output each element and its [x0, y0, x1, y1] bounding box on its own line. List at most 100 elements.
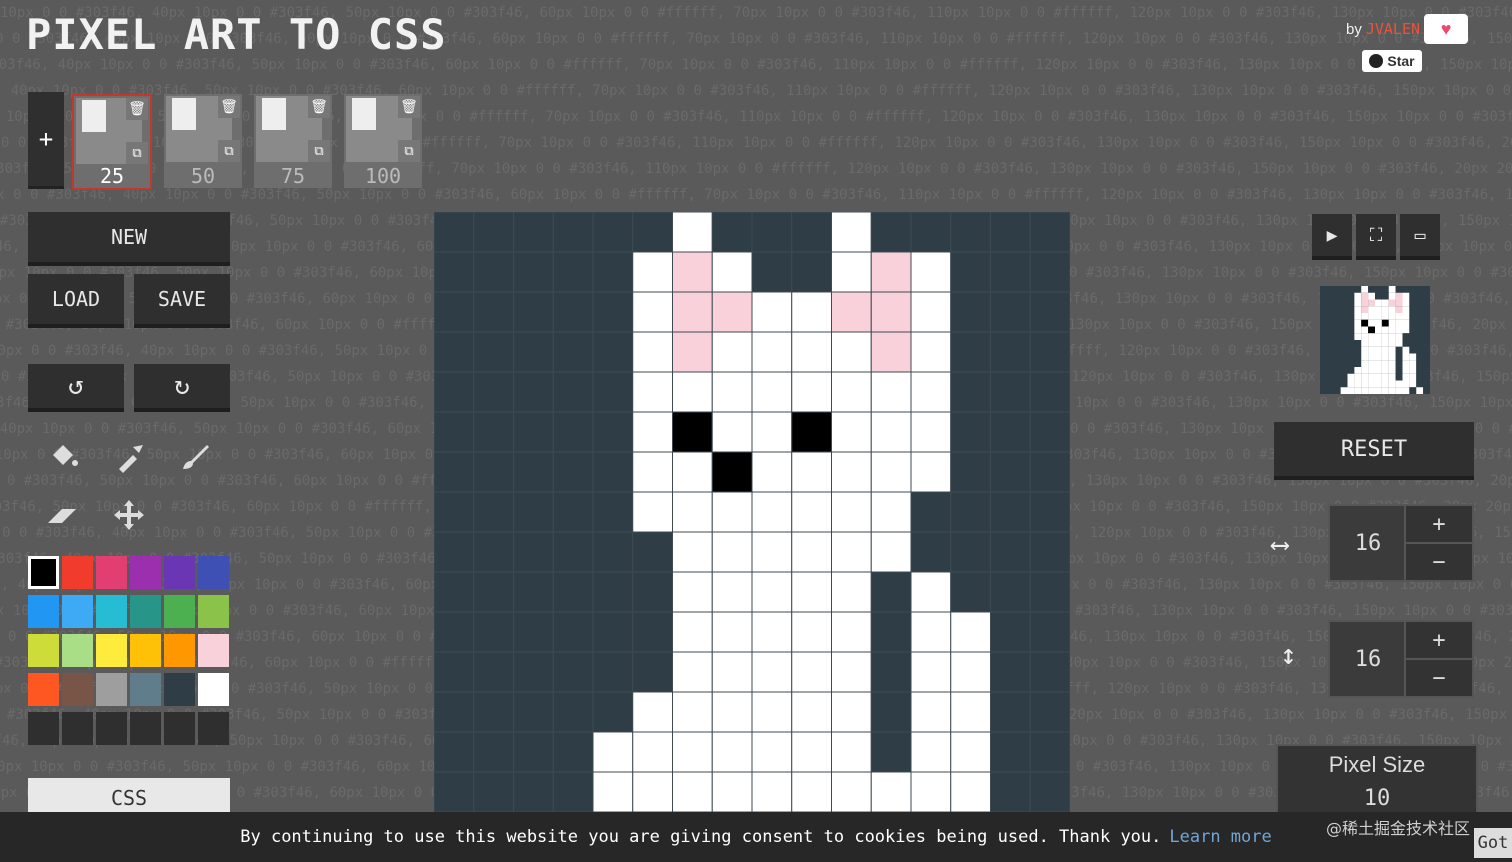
- color-swatch[interactable]: [96, 712, 127, 745]
- new-button[interactable]: NEW: [28, 212, 230, 262]
- frame-thumbnail[interactable]: 🗑 ⧉ 100: [344, 94, 422, 188]
- pixel-cell[interactable]: [711, 371, 753, 413]
- pixel-cell[interactable]: [473, 212, 514, 253]
- pixel-cell[interactable]: [592, 411, 634, 453]
- duplicate-icon[interactable]: ⧉: [398, 140, 420, 162]
- pixel-grid[interactable]: [434, 212, 1070, 812]
- reset-button[interactable]: RESET: [1274, 422, 1474, 476]
- height-increase-button[interactable]: +: [1404, 620, 1474, 660]
- pixel-cell[interactable]: [870, 331, 912, 373]
- pixel-cell[interactable]: [473, 771, 514, 812]
- got-it-button[interactable]: Got: [1474, 828, 1512, 858]
- pixel-cell[interactable]: [791, 611, 832, 653]
- color-swatch[interactable]: [164, 712, 195, 745]
- pixel-cell[interactable]: [831, 291, 872, 333]
- pixel-cell[interactable]: [592, 212, 634, 253]
- pixel-cell[interactable]: [910, 451, 952, 493]
- pixel-cell[interactable]: [552, 451, 594, 493]
- pixel-cell[interactable]: [870, 291, 912, 333]
- pixel-cell[interactable]: [513, 371, 554, 413]
- pixel-cell[interactable]: [831, 251, 872, 293]
- pixel-cell[interactable]: [473, 291, 514, 333]
- pixel-cell[interactable]: [632, 691, 673, 733]
- pixel-cell[interactable]: [910, 411, 952, 453]
- pixel-cell[interactable]: [791, 331, 832, 373]
- drawing-canvas[interactable]: [434, 212, 1070, 812]
- pixel-cell[interactable]: [950, 651, 991, 693]
- pixel-cell[interactable]: [990, 691, 1031, 733]
- pixel-cell[interactable]: [751, 611, 793, 653]
- pixel-cell[interactable]: [473, 731, 514, 773]
- pixel-cell[interactable]: [513, 451, 554, 493]
- pixel-cell[interactable]: [910, 371, 952, 413]
- color-swatch[interactable]: [62, 712, 93, 745]
- pixel-cell[interactable]: [950, 611, 991, 653]
- pixel-cell[interactable]: [434, 691, 475, 733]
- pixel-cell[interactable]: [473, 371, 514, 413]
- pixel-cell[interactable]: [632, 651, 673, 693]
- pixel-cell[interactable]: [990, 451, 1031, 493]
- pixel-cell[interactable]: [870, 731, 912, 773]
- pixel-cell[interactable]: [791, 371, 832, 413]
- pixel-cell[interactable]: [950, 371, 991, 413]
- pixel-cell[interactable]: [1029, 491, 1070, 533]
- pixel-cell[interactable]: [950, 251, 991, 293]
- pixel-cell[interactable]: [910, 771, 952, 812]
- redo-button[interactable]: ↻: [134, 364, 230, 408]
- pixel-cell[interactable]: [711, 771, 753, 812]
- pixel-cell[interactable]: [672, 371, 713, 413]
- pixel-cell[interactable]: [592, 331, 634, 373]
- pixel-cell[interactable]: [751, 531, 793, 573]
- pixel-cell[interactable]: [513, 611, 554, 653]
- save-button[interactable]: SAVE: [134, 274, 230, 324]
- pixel-cell[interactable]: [950, 691, 991, 733]
- color-swatch[interactable]: [96, 673, 127, 706]
- brush-icon[interactable]: [170, 432, 220, 482]
- pixel-cell[interactable]: [513, 331, 554, 373]
- pixel-cell[interactable]: [473, 411, 514, 453]
- pixel-cell[interactable]: [751, 451, 793, 493]
- pixel-cell[interactable]: [711, 251, 753, 293]
- pixel-cell[interactable]: [552, 611, 594, 653]
- pixel-cell[interactable]: [632, 331, 673, 373]
- pixel-cell[interactable]: [513, 691, 554, 733]
- pixel-cell[interactable]: [950, 331, 991, 373]
- pixel-cell[interactable]: [990, 771, 1031, 812]
- pixel-cell[interactable]: [711, 611, 753, 653]
- pixel-cell[interactable]: [950, 531, 991, 573]
- color-swatch[interactable]: [28, 673, 59, 706]
- color-swatch[interactable]: [130, 556, 161, 589]
- pixel-cell[interactable]: [592, 651, 634, 693]
- pixel-cell[interactable]: [552, 571, 594, 613]
- color-swatch[interactable]: [164, 634, 195, 667]
- duplicate-icon[interactable]: ⧉: [218, 140, 240, 162]
- pixel-cell[interactable]: [791, 291, 832, 333]
- pixel-cell[interactable]: [632, 531, 673, 573]
- pixel-cell[interactable]: [870, 571, 912, 613]
- pixel-cell[interactable]: [870, 251, 912, 293]
- pixel-cell[interactable]: [990, 371, 1031, 413]
- pixel-cell[interactable]: [592, 771, 634, 812]
- pixel-cell[interactable]: [831, 331, 872, 373]
- pixel-cell[interactable]: [910, 251, 952, 293]
- pixel-cell[interactable]: [751, 251, 793, 293]
- color-swatch[interactable]: [62, 595, 93, 628]
- pixel-cell[interactable]: [990, 411, 1031, 453]
- pixel-cell[interactable]: [672, 251, 713, 293]
- pixel-cell[interactable]: [672, 411, 713, 453]
- trash-icon[interactable]: 🗑: [218, 96, 240, 118]
- pixel-cell[interactable]: [513, 291, 554, 333]
- pixel-cell[interactable]: [751, 651, 793, 693]
- pixel-cell[interactable]: [1029, 251, 1070, 293]
- pixel-cell[interactable]: [672, 571, 713, 613]
- pixel-cell[interactable]: [473, 331, 514, 373]
- pixel-cell[interactable]: [711, 212, 753, 253]
- pixel-cell[interactable]: [592, 491, 634, 533]
- pixel-cell[interactable]: [632, 731, 673, 773]
- load-button[interactable]: LOAD: [28, 274, 124, 324]
- pixel-cell[interactable]: [751, 212, 793, 253]
- pixel-cell[interactable]: [990, 491, 1031, 533]
- pixel-cell[interactable]: [672, 531, 713, 573]
- pixel-cell[interactable]: [672, 731, 713, 773]
- pixel-cell[interactable]: [831, 531, 872, 573]
